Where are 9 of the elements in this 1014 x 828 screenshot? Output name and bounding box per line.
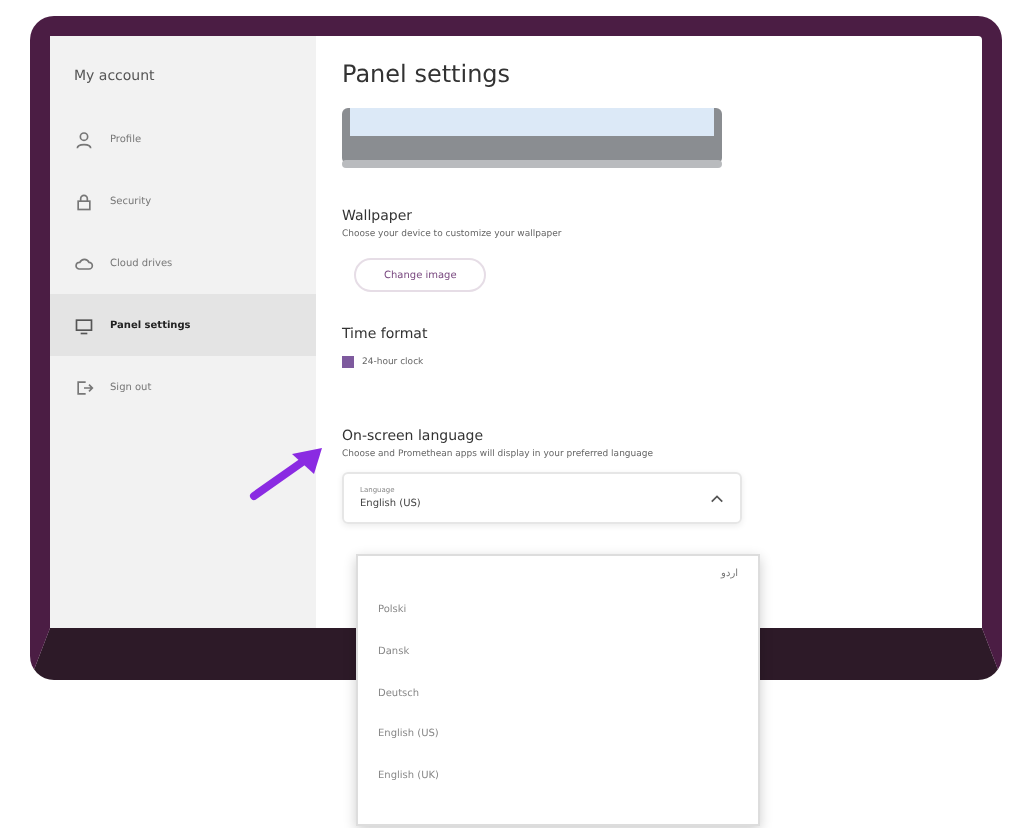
- checkbox[interactable]: [342, 356, 354, 368]
- page-title: Panel settings: [342, 60, 511, 88]
- exit-icon: [74, 377, 94, 397]
- display-icon: [74, 315, 94, 335]
- pointer-arrow: [248, 444, 328, 504]
- caret-icon: [710, 493, 724, 503]
- cloud-icon: [74, 253, 94, 273]
- lock-icon: [74, 191, 94, 211]
- person-icon: [74, 129, 94, 149]
